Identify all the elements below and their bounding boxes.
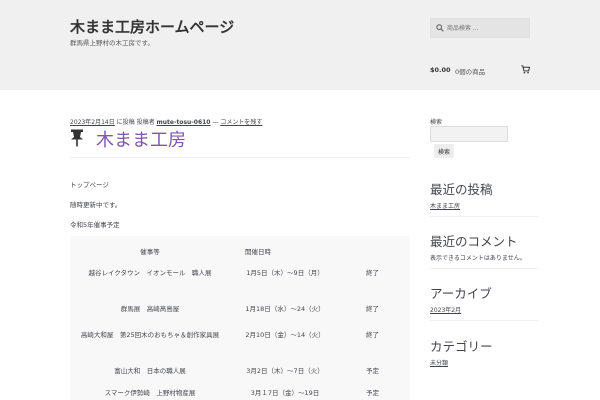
- product-search-input[interactable]: [447, 19, 529, 37]
- widget-divider: [430, 268, 538, 269]
- recent-comments-text: 表示できるコメントはありません。: [430, 255, 526, 262]
- paragraph-top-page: トップページ: [70, 181, 109, 189]
- table-cell-status: 終了: [366, 305, 379, 313]
- pin-icon: [71, 129, 83, 147]
- table-cell-status: 予定: [366, 389, 379, 397]
- table-cell-status: 終了: [366, 269, 379, 277]
- meta-separator: —: [212, 119, 219, 126]
- archives-title: アーカイブ: [430, 286, 492, 301]
- cart-icon: [521, 65, 530, 74]
- table-cell-event: 越谷レイクタウン イオンモール 職人展: [88, 269, 212, 277]
- post-author-link[interactable]: mute-tosu-0610: [157, 119, 211, 126]
- table-header-date: 開催日時: [245, 248, 271, 256]
- site-description: 群馬県上野村の木工房です。: [70, 39, 154, 47]
- table-cell-date: 1月18日（水）～24（火）: [245, 305, 325, 313]
- product-search-box[interactable]: [430, 18, 530, 38]
- table-cell-date: 3月2日（木）～7日（火）: [246, 367, 324, 375]
- table-cell-status: 終了: [366, 331, 379, 339]
- cart-count: 0個の商品: [455, 68, 486, 76]
- site-header: 木まま工房ホームページ 群馬県上野村の木工房です。 $0.00 0個の商品: [0, 0, 600, 90]
- recent-post-link[interactable]: 木まま工房: [430, 201, 460, 210]
- sidebar-search-button[interactable]: 検索: [434, 144, 454, 158]
- posted-label: に投稿 投稿者: [116, 119, 155, 126]
- post-title[interactable]: 木まま工房: [96, 126, 186, 152]
- sidebar-search-label: 検索: [430, 119, 443, 126]
- event-table: 催事等 開催日時 越谷レイクタウン イオンモール 職人展 1月5日（木）～9日（…: [70, 236, 410, 400]
- sidebar-search-input[interactable]: [430, 126, 508, 142]
- leave-comment-link[interactable]: コメントを残す: [220, 119, 262, 126]
- title-divider: [70, 157, 410, 158]
- table-cell-date: 3月１7日（金）～19日: [250, 389, 320, 397]
- paragraph-update: 随時更新中です。: [70, 201, 122, 209]
- recent-posts-title: 最近の投稿: [430, 182, 493, 197]
- widget-divider: [430, 320, 538, 321]
- widget-divider: [430, 216, 538, 217]
- header-cart[interactable]: $0.00 0個の商品: [430, 65, 530, 76]
- table-cell-date: 2月10日（金）～14（火）: [245, 331, 325, 339]
- table-cell-event: 富山大和 日本の職人展: [114, 367, 186, 375]
- search-icon: [436, 24, 444, 32]
- archive-link[interactable]: 2023年2月: [430, 305, 461, 314]
- cart-amount: $0.00: [430, 66, 451, 74]
- table-cell-event: スマーク伊勢崎 上野村物産展: [104, 389, 196, 397]
- table-cell-event: 群馬展 高崎髙島屋: [120, 305, 180, 313]
- categories-title: カテゴリー: [430, 339, 493, 354]
- post-date-link[interactable]: 2023年2月14日: [70, 119, 115, 126]
- paragraph-schedule-heading: 令和5年催事予定: [70, 221, 120, 229]
- table-cell-date: 1月5日（木）～9日（月）: [246, 269, 324, 277]
- post-meta: 2023年2月14日 に投稿 投稿者 mute-tosu-0610 — コメント…: [70, 117, 262, 126]
- table-cell-status: 予定: [366, 367, 379, 375]
- category-link[interactable]: 未分類: [430, 358, 448, 367]
- site-title[interactable]: 木まま工房ホームページ: [70, 16, 234, 37]
- table-header-event: 催事等: [140, 248, 160, 256]
- table-cell-event: 高崎大和屋 第25回木のおもちゃ＆創作家具展: [80, 331, 220, 339]
- recent-comments-title: 最近のコメント: [430, 234, 518, 249]
